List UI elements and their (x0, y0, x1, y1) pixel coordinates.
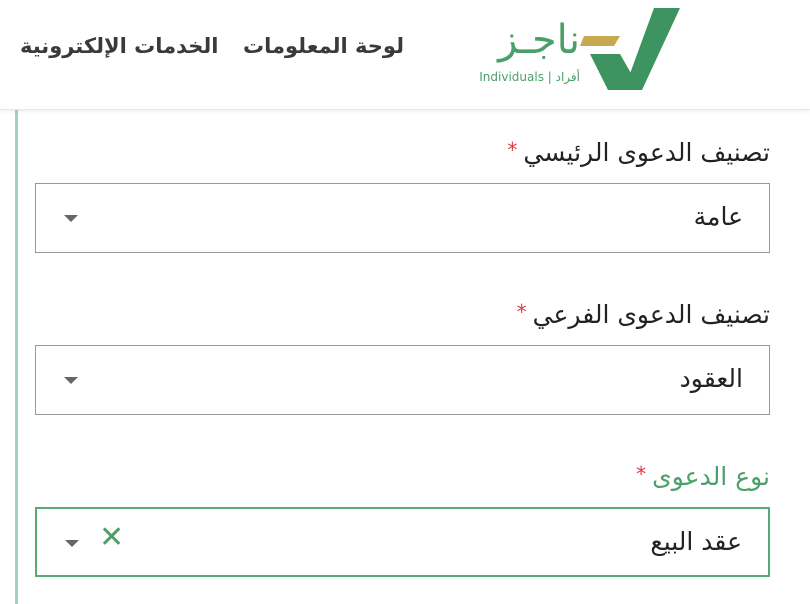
dropdown-caret-icon[interactable] (64, 215, 78, 222)
main-category-select[interactable]: عامة (35, 183, 770, 253)
logo-subtitle: أفراد | Individuals (479, 70, 580, 84)
najiz-logo[interactable]: ناجـز أفراد | Individuals (479, 6, 680, 90)
side-accent-line (15, 110, 18, 604)
logo-wordmark: ناجـز (498, 17, 580, 63)
case-type-select[interactable]: عقد البيع ✕ (35, 507, 770, 577)
case-type-value: عقد البيع (650, 527, 742, 556)
sub-category-select[interactable]: العقود (35, 345, 770, 415)
form-content: تصنيف الدعوى الرئيسي* عامة تصنيف الدعوى … (0, 110, 810, 604)
main-category-label: تصنيف الدعوى الرئيسي* (507, 138, 770, 167)
sub-category-label: تصنيف الدعوى الفرعي* (517, 300, 770, 329)
checkmark-logo-icon (580, 8, 680, 90)
dropdown-caret-icon[interactable] (64, 377, 78, 384)
clear-icon[interactable]: ✕ (99, 523, 124, 553)
required-mark: * (507, 138, 518, 162)
nav-eservices-link[interactable]: الخدمات الإلكترونية (20, 34, 218, 58)
case-type-label-text: نوع الدعوى (652, 462, 770, 491)
case-type-label: نوع الدعوى* (636, 462, 770, 491)
dropdown-caret-icon[interactable] (65, 540, 79, 547)
sub-category-value: العقود (679, 364, 743, 393)
nav-dashboard-link[interactable]: لوحة المعلومات (243, 34, 404, 58)
required-mark: * (516, 300, 527, 324)
top-header: الخدمات الإلكترونية لوحة المعلومات ناجـز… (0, 0, 810, 110)
main-category-value: عامة (693, 202, 743, 231)
main-category-label-text: تصنيف الدعوى الرئيسي (523, 138, 770, 167)
sub-category-label-text: تصنيف الدعوى الفرعي (532, 300, 770, 329)
required-mark: * (636, 462, 647, 486)
